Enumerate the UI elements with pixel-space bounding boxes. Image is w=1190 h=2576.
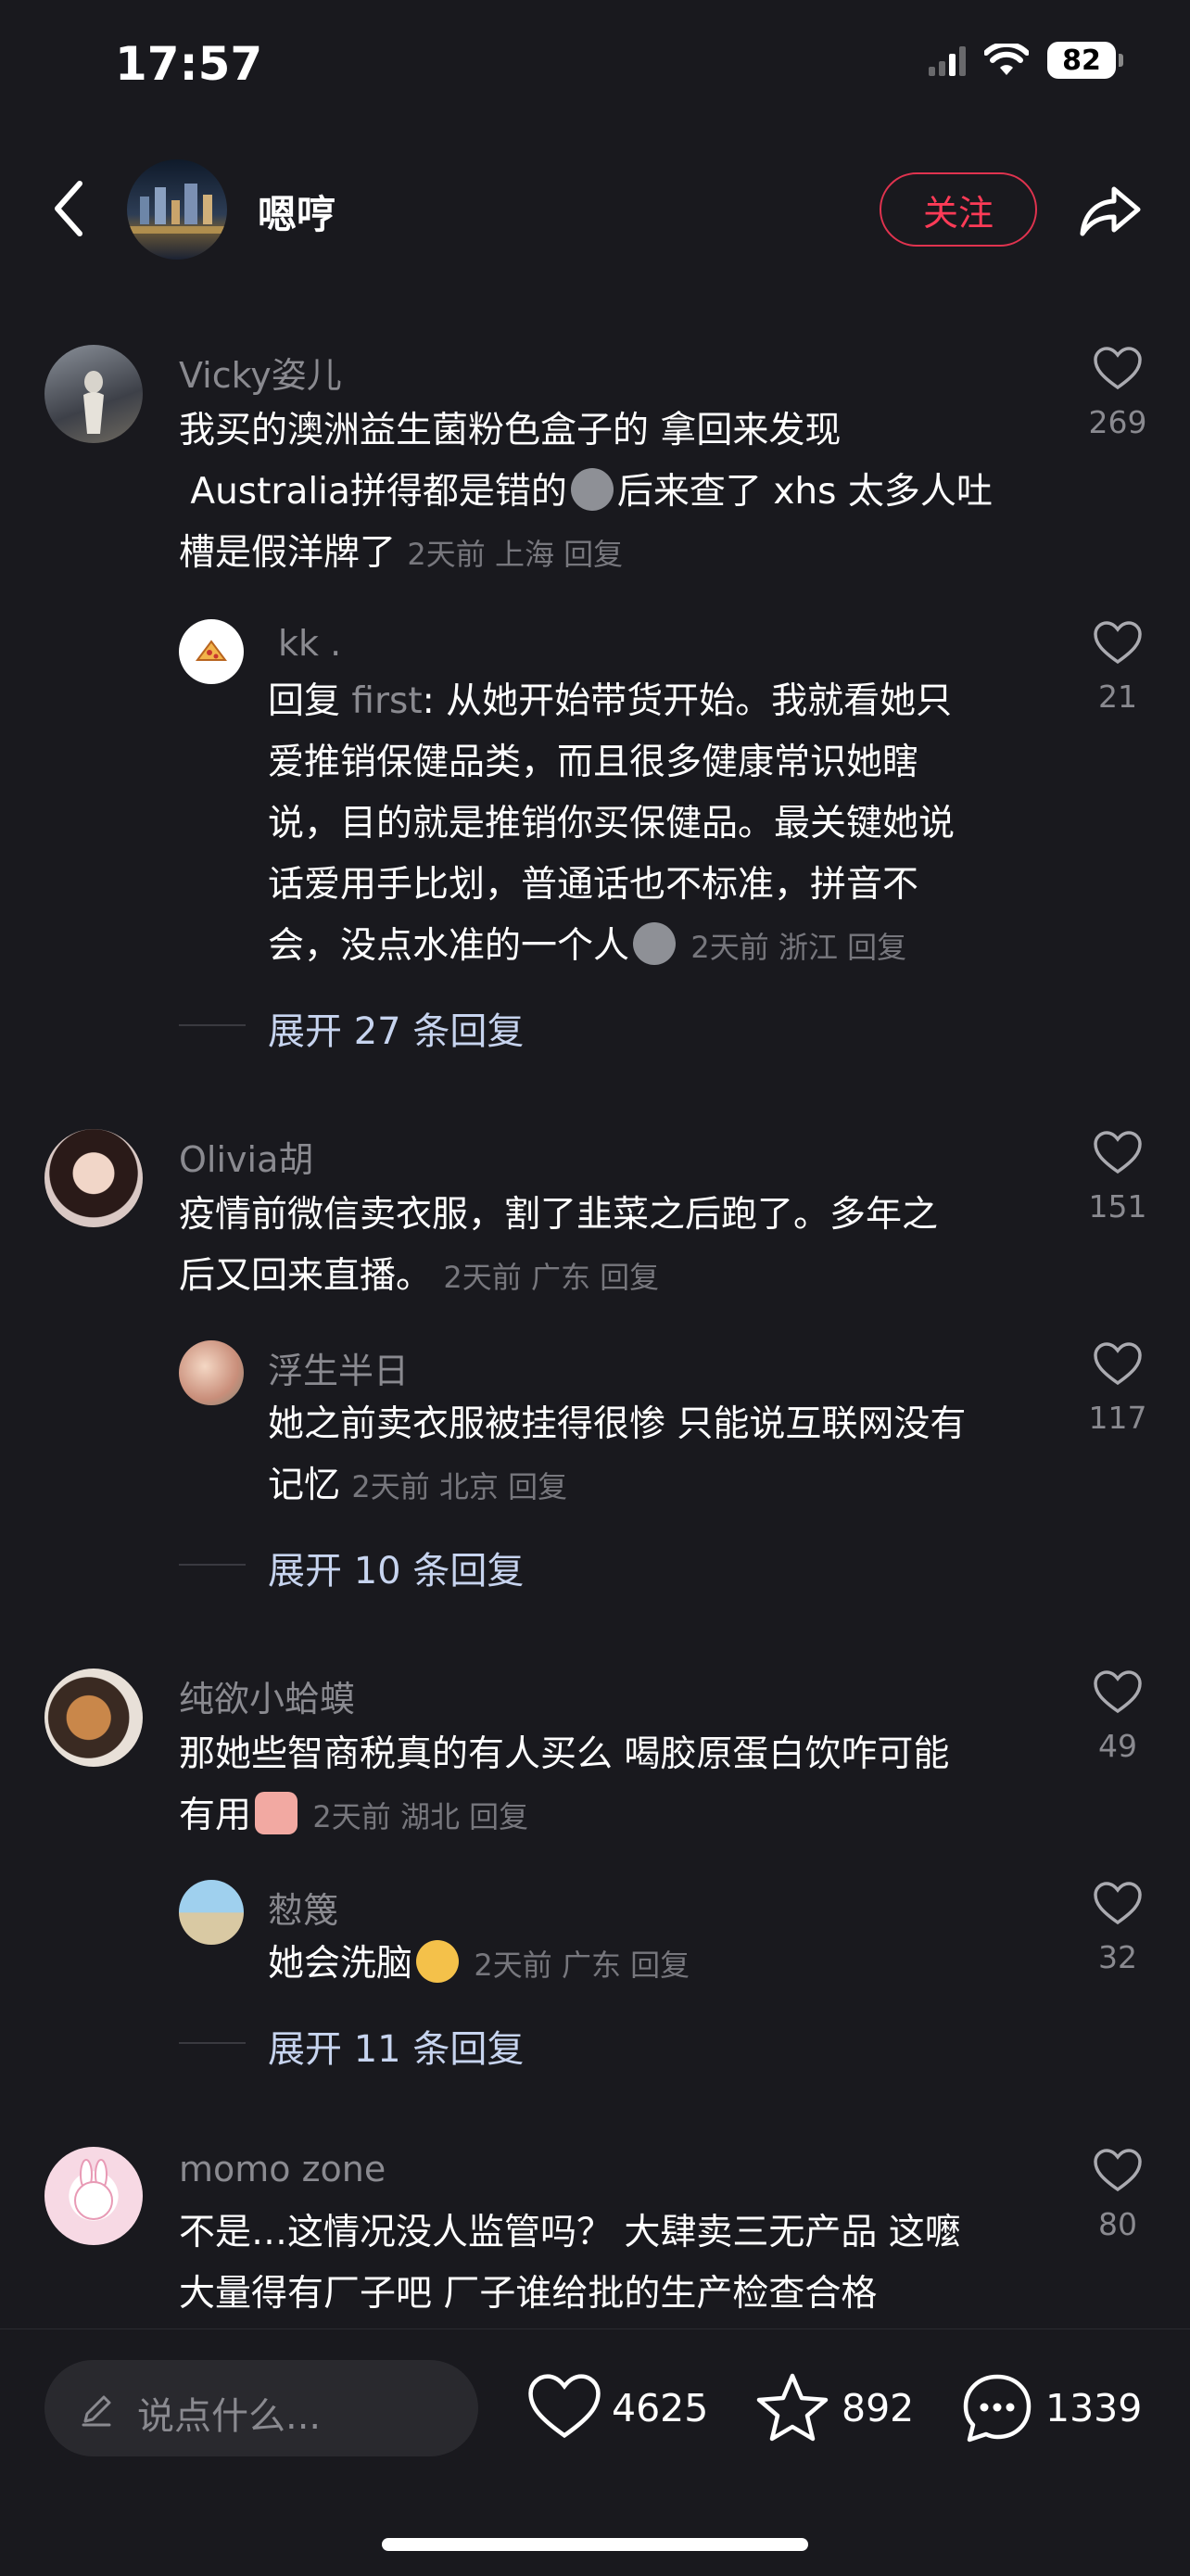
reply-like-button[interactable]: 21 [1062,621,1173,715]
reply-avatar[interactable] [179,619,244,684]
expand-replies-button[interactable]: 展开 27 条回复 [268,1001,524,1055]
comment-avatar[interactable] [44,345,143,443]
favorite-total[interactable]: 892 [842,2386,914,2430]
reply-like-button[interactable]: 117 [1062,1342,1173,1436]
reply-avatar[interactable] [179,1340,244,1405]
comment-like-button[interactable]: 269 [1062,347,1173,440]
comment-avatar[interactable] [44,2147,143,2245]
pencil-icon [82,2395,111,2427]
comment-bubble-icon[interactable] [960,2371,1034,2445]
reply-text[interactable]: 回复 first: 从她开始带货开始。我就看她只 爱推销保健品类，而且很多健康常… [268,671,1046,978]
comment-avatar[interactable] [44,1669,143,1767]
reply-text[interactable]: 她会洗脑 2天前 广东 回复 [268,1934,1046,1996]
battery-icon: 82 [1047,42,1123,79]
comment-like-button[interactable]: 49 [1062,1670,1173,1764]
comment-meta: 2天前 上海 回复 [407,537,624,572]
comment-text[interactable]: 疫情前微信卖衣服，割了韭菜之后跑了。多年之 后又回来直播。 2天前 广东 回复 [179,1185,1069,1308]
heart-icon [1094,1882,1142,1925]
reply-text[interactable]: 她之前卖衣服被挂得很惨 只能说互联网没有 记忆 2天前 北京 回复 [268,1394,1046,1517]
heart-icon [1094,2149,1142,2192]
heart-icon [1094,1670,1142,1714]
heart-icon [1094,1131,1142,1174]
comment-username[interactable]: Olivia胡 [179,1131,313,1182]
emoji-icon [255,1792,298,1834]
reply-meta: 2天前 广东 回复 [474,1948,690,1983]
emoji-icon [416,1940,460,1983]
home-indicator[interactable] [382,2538,808,2551]
share-icon[interactable] [1077,176,1144,243]
signal-icon [929,44,966,76]
comment-text[interactable]: 那她些智商税真的有人买么 喝胶原蛋白饮咋可能 有用 2天前 湖北 回复 [179,1724,1069,1847]
expand-divider [179,2042,246,2044]
heart-icon [1094,621,1142,665]
comment-username[interactable]: Vicky姿儿 [179,347,342,398]
reply-username[interactable]: 浮生半日 [268,1342,409,1393]
heart-icon [1094,347,1142,390]
comment-meta: 2天前 湖北 回复 [312,1799,529,1834]
author-name[interactable]: 嗯哼 [258,184,335,240]
status-indicators: 82 [929,42,1123,79]
comment-avatar[interactable] [44,1129,143,1227]
like-count: 49 [1098,1728,1137,1764]
expand-divider [179,1024,246,1026]
comment-input-placeholder[interactable]: 说点什么... [137,2386,321,2440]
follow-button[interactable]: 关注 [880,172,1037,247]
heart-icon[interactable] [526,2373,602,2442]
comment-username[interactable]: 纯欲小蛤蟆 [179,1670,355,1721]
comment-total[interactable]: 1339 [1045,2386,1142,2430]
reply-meta: 2天前 浙江 回复 [690,930,907,965]
like-count: 80 [1098,2206,1137,2242]
like-count: 117 [1088,1400,1147,1436]
like-count: 269 [1088,404,1147,440]
expand-replies-button[interactable]: 展开 11 条回复 [268,2019,524,2073]
star-icon[interactable] [755,2371,829,2443]
emoji-icon [570,468,614,511]
back-arrow-icon[interactable] [46,176,93,241]
reply-username[interactable]: 愸篾 [268,1882,338,1933]
comment-text[interactable]: 不是…这情况没人监管吗？ 大肆卖三无产品 这嚒 大量得有厂子吧 厂子谁给批的生产… [179,2202,1069,2325]
comment-like-button[interactable]: 80 [1062,2149,1173,2242]
reply-like-button[interactable]: 32 [1062,1882,1173,1975]
like-count: 151 [1088,1188,1147,1225]
comment-username[interactable]: momo zone [179,2149,386,2189]
expand-replies-button[interactable]: 展开 10 条回复 [268,1541,524,1594]
expand-divider [179,1564,246,1566]
wifi-icon [984,44,1029,75]
comment-meta: 2天前 广东 回复 [443,1260,660,1295]
comment-text[interactable]: 我买的澳洲益生菌粉色盒子的 拿回来发现 Australia拼得都是错的 后来查了 … [179,400,1069,585]
like-count: 32 [1098,1939,1137,1975]
reply-meta: 2天前 北京 回复 [351,1469,568,1504]
comment-like-button[interactable]: 151 [1062,1131,1173,1225]
reply-username[interactable]: kk . [278,623,341,664]
author-avatar[interactable] [127,159,227,260]
emoji-icon [633,922,677,965]
like-count: 21 [1098,679,1137,715]
like-total[interactable]: 4625 [612,2386,708,2430]
heart-icon [1094,1342,1142,1386]
reply-avatar[interactable] [179,1880,244,1945]
status-time: 17:57 [115,37,263,91]
